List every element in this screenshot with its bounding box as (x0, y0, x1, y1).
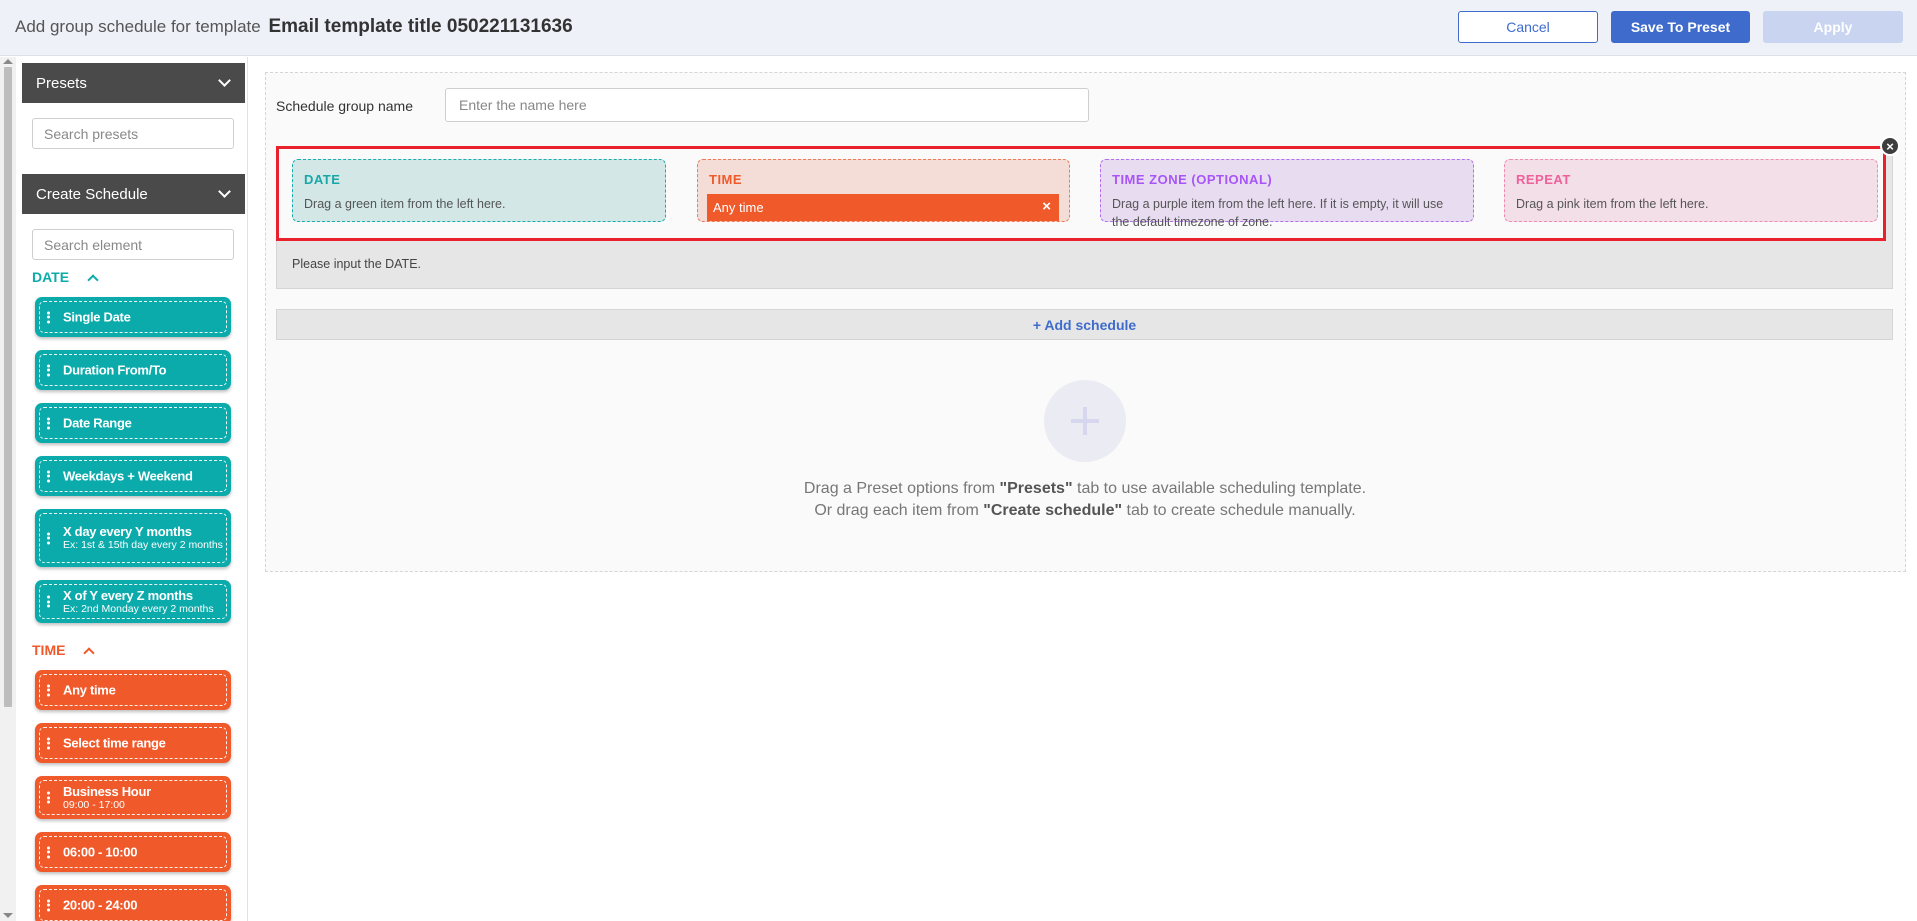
chevron-up-icon[interactable] (87, 273, 99, 286)
chip-title: 20:00 - 24:00 (63, 897, 138, 913)
scroll-thumb[interactable] (4, 67, 12, 707)
time-section-label[interactable]: TIME (32, 642, 96, 659)
chip-title: X of Y every Z months (63, 587, 193, 603)
time-item-06-10[interactable]: 06:00 - 10:00 (35, 832, 231, 872)
selected-time-label: Any time (713, 200, 764, 215)
chip-title: Single Date (63, 309, 131, 325)
validation-message: Please input the DATE. (292, 257, 422, 271)
date-item-single-date[interactable]: Single Date (35, 297, 231, 337)
close-icon[interactable]: × (1880, 136, 1900, 156)
date-slot-desc: Drag a green item from the left here. (304, 197, 506, 211)
chip-title: 06:00 - 10:00 (63, 844, 138, 860)
add-schedule-button[interactable]: + Add schedule (276, 309, 1893, 340)
create-schedule-header[interactable]: Create Schedule (22, 174, 245, 214)
repeat-drop-slot[interactable]: REPEAT Drag a pink item from the left he… (1504, 159, 1878, 222)
cancel-button[interactable]: Cancel (1458, 11, 1598, 43)
chip-title: Date Range (63, 415, 132, 431)
plus-icon (1044, 380, 1126, 462)
drag-handle-icon[interactable] (47, 531, 51, 546)
time-section-title: TIME (32, 642, 66, 658)
repeat-slot-title: REPEAT (1516, 172, 1571, 187)
chip-title: Select time range (63, 735, 166, 751)
create-schedule-header-label: Create Schedule (36, 185, 148, 203)
chip-subtitle: Ex: 2nd Monday every 2 months (63, 602, 214, 615)
time-item-select-time-range[interactable]: Select time range (35, 723, 231, 763)
date-item-duration[interactable]: Duration From/To (35, 350, 231, 390)
drag-handle-icon[interactable] (47, 845, 51, 860)
drag-handle-icon[interactable] (47, 594, 51, 609)
chip-subtitle: Ex: 1st & 15th day every 2 months (63, 539, 223, 551)
drag-handle-icon[interactable] (47, 736, 51, 751)
chevron-down-icon[interactable] (218, 74, 231, 87)
sidebar: Presets Create Schedule DATE Single Date… (16, 57, 248, 921)
presets-header-label: Presets (36, 74, 87, 92)
presets-search-input[interactable] (32, 118, 234, 149)
schedule-group-name-input[interactable] (445, 88, 1089, 122)
date-slot-title: DATE (304, 172, 341, 187)
chip-title: Weekdays + Weekend (63, 468, 193, 484)
time-item-any-time[interactable]: Any time (35, 670, 231, 710)
chevron-down-icon[interactable] (218, 185, 231, 198)
date-item-date-range[interactable]: Date Range (35, 403, 231, 443)
drag-hint: Drag a Preset options from "Presets" tab… (803, 480, 1367, 519)
drag-handle-icon[interactable] (47, 310, 51, 325)
page-title-prefix: Add group schedule for template (15, 17, 261, 36)
drag-handle-icon[interactable] (47, 790, 51, 805)
apply-button[interactable]: Apply (1763, 11, 1903, 43)
timezone-slot-desc: Drag a purple item from the left here. I… (1112, 197, 1444, 229)
chip-title: Duration From/To (63, 362, 167, 378)
chip-title: X day every Y months (63, 524, 192, 539)
date-item-x-of-y-every-z-months[interactable]: X of Y every Z months Ex: 2nd Monday eve… (35, 580, 231, 623)
time-slot-title: TIME (709, 172, 743, 187)
sidebar-scrollbar[interactable] (0, 57, 16, 921)
page-title: Add group schedule for template Email te… (15, 16, 573, 38)
time-item-business-hour[interactable]: Business Hour 09:00 - 17:00 (35, 776, 231, 819)
timezone-slot-title: TIME ZONE (OPTIONAL) (1112, 172, 1273, 187)
drag-handle-icon[interactable] (47, 683, 51, 698)
remove-icon[interactable]: × (1042, 198, 1051, 215)
top-header: Add group schedule for template Email te… (0, 0, 1917, 56)
date-item-x-day-every-y-months[interactable]: X day every Y months Ex: 1st & 15th day … (35, 509, 231, 567)
date-drop-slot[interactable]: DATE Drag a green item from the left her… (292, 159, 666, 222)
time-item-20-24[interactable]: 20:00 - 24:00 (35, 885, 231, 921)
scroll-down-arrow-icon[interactable] (3, 913, 13, 918)
save-to-preset-button[interactable]: Save To Preset (1611, 11, 1750, 43)
chevron-up-icon[interactable] (83, 646, 96, 659)
scroll-up-arrow-icon[interactable] (3, 59, 13, 64)
timezone-drop-slot[interactable]: TIME ZONE (OPTIONAL) Drag a purple item … (1100, 159, 1474, 229)
presets-header[interactable]: Presets (22, 63, 245, 103)
selected-time-chip[interactable]: Any time × (707, 194, 1059, 221)
chip-title: Business Hour (63, 783, 151, 799)
date-section-label[interactable]: DATE (32, 269, 99, 286)
chip-title: Any time (63, 682, 116, 698)
drag-handle-icon[interactable] (47, 363, 51, 378)
drag-handle-icon[interactable] (47, 469, 51, 484)
schedule-group-name-label: Schedule group name (276, 98, 413, 114)
date-section-title: DATE (32, 269, 70, 285)
drag-handle-icon[interactable] (47, 416, 51, 431)
element-search-input[interactable] (32, 229, 234, 260)
repeat-slot-desc: Drag a pink item from the left here. (1516, 197, 1709, 211)
date-item-weekdays-weekend[interactable]: Weekdays + Weekend (35, 456, 231, 496)
chip-subtitle: 09:00 - 17:00 (63, 798, 125, 811)
template-name: Email template title 050221131636 (268, 16, 573, 37)
drag-handle-icon[interactable] (47, 898, 51, 913)
